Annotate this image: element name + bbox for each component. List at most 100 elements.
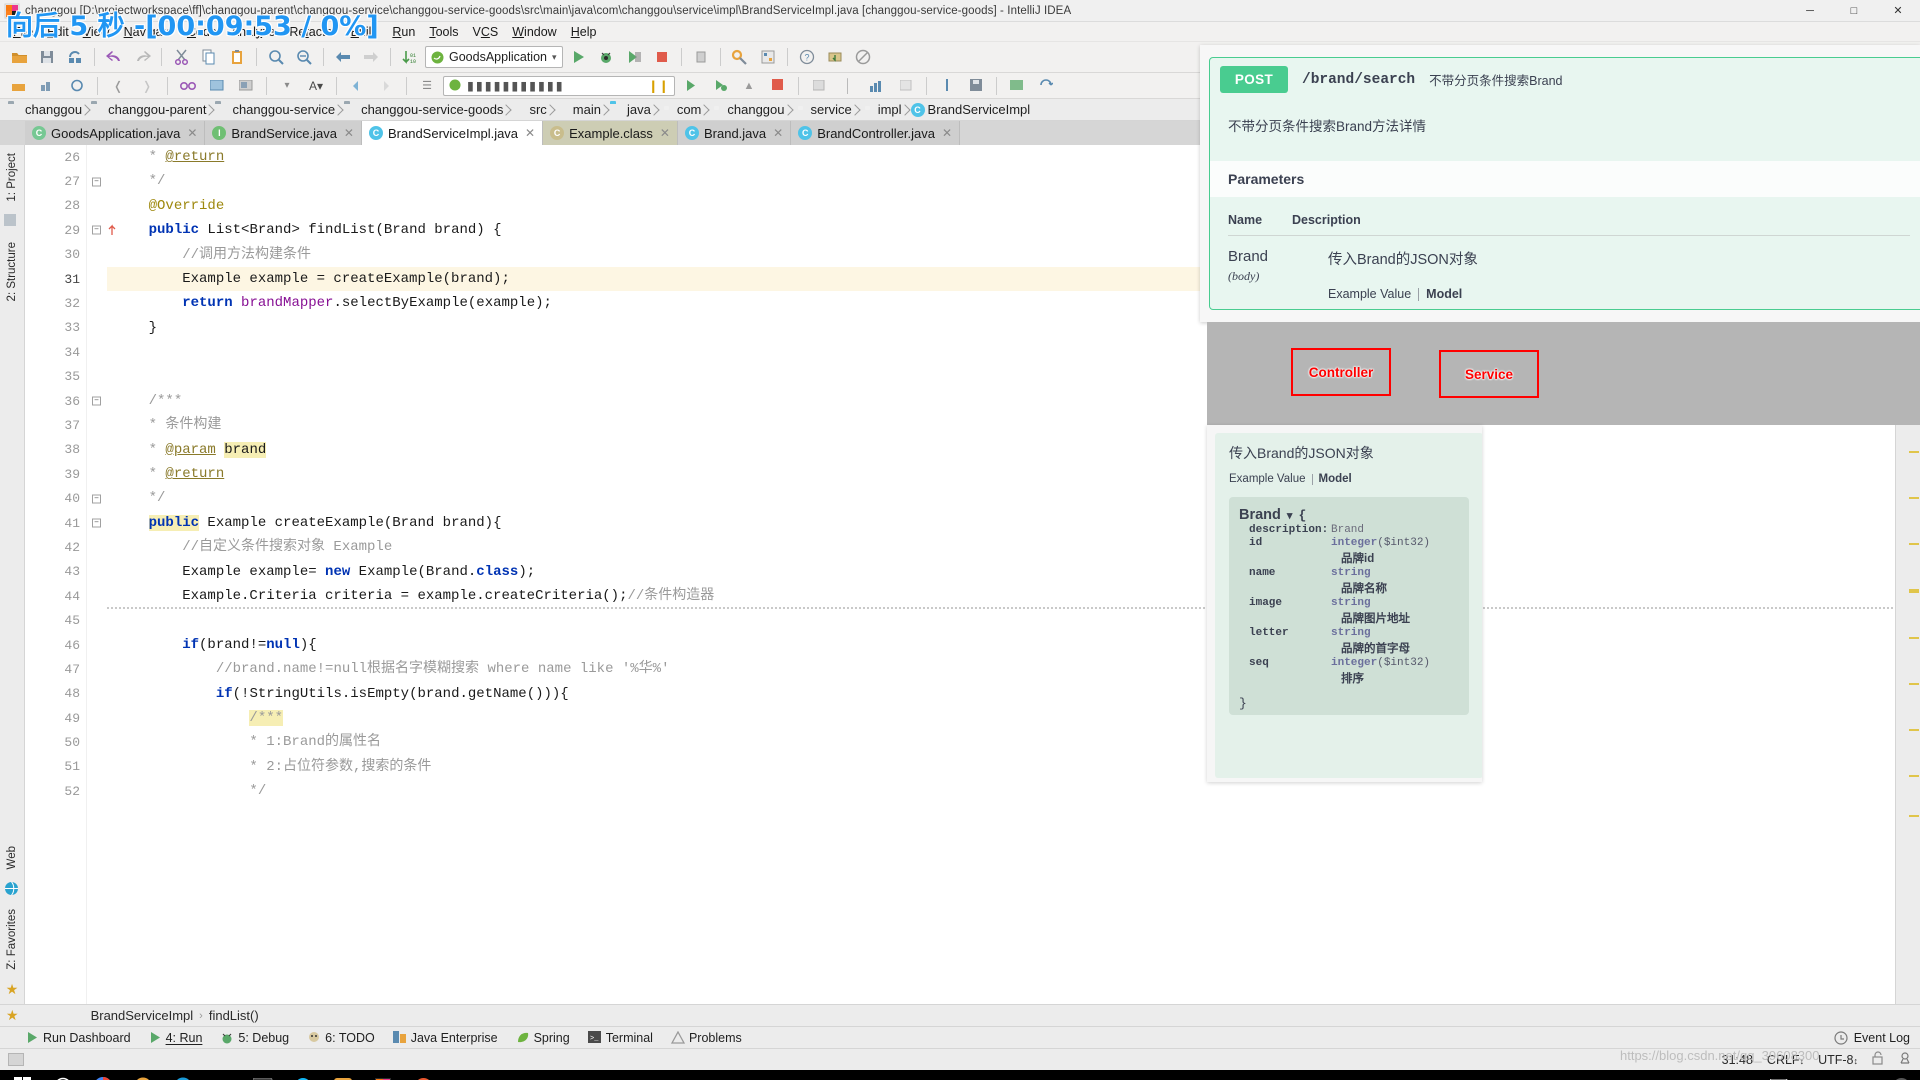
fold-cell[interactable]: [87, 755, 107, 779]
tb2-bars2-icon[interactable]: [864, 73, 890, 98]
menu-item-file[interactable]: File: [6, 24, 40, 40]
tool-window-debug[interactable]: 5: Debug: [220, 1031, 289, 1045]
tab-brandservice[interactable]: I BrandService.java ✕: [205, 121, 362, 145]
tab-model[interactable]: Model: [1419, 287, 1462, 301]
update-project-icon[interactable]: [822, 45, 848, 70]
tab-brandserviceimpl[interactable]: C BrandServiceImpl.java ✕: [361, 121, 544, 145]
tool-window-problems[interactable]: Problems: [670, 1031, 742, 1045]
menu-item-edit[interactable]: Edit: [40, 24, 76, 40]
fold-cell[interactable]: [87, 243, 107, 267]
breadcrumb-item-java[interactable]: java: [610, 102, 658, 117]
wechat-icon[interactable]: [324, 1070, 362, 1080]
stop-icon[interactable]: [649, 45, 675, 70]
tb2-bars-icon[interactable]: ☰: [414, 73, 440, 98]
menu-item-tools[interactable]: Tools: [422, 24, 465, 40]
run-configuration-selector[interactable]: GoodsApplication ▾: [425, 46, 563, 68]
breadcrumb-item-src[interactable]: src: [512, 102, 553, 117]
tb2-grid2-icon[interactable]: [893, 73, 919, 98]
code-line[interactable]: * @return: [107, 462, 1895, 486]
tb2-window-icon[interactable]: [204, 73, 230, 98]
firefox-icon[interactable]: [124, 1070, 162, 1080]
fold-cell[interactable]: [87, 365, 107, 389]
fold-cell[interactable]: [87, 706, 107, 730]
file-explorer-icon[interactable]: [204, 1070, 242, 1080]
tab-example-class[interactable]: C Example.class ✕: [543, 121, 678, 145]
fold-cell[interactable]: [87, 340, 107, 364]
unlocked-icon[interactable]: [1872, 1051, 1884, 1068]
cut-icon[interactable]: [168, 45, 194, 70]
tb2-stack-icon[interactable]: [233, 73, 259, 98]
close-button[interactable]: ✕: [1876, 0, 1920, 22]
tb2-stop-icon[interactable]: [765, 73, 791, 98]
line-number[interactable]: 49: [25, 706, 86, 730]
breadcrumb-item-changgou-parent[interactable]: changgou-parent: [91, 102, 213, 117]
save-all-icon[interactable]: [34, 45, 60, 70]
menu-item-code[interactable]: Code: [180, 24, 224, 40]
fold-cell[interactable]: [87, 779, 107, 803]
line-number[interactable]: 33: [25, 316, 86, 340]
line-number[interactable]: 34: [25, 340, 86, 364]
line-separator[interactable]: CRLF↕: [1767, 1053, 1804, 1067]
tool-window-run[interactable]: 4: Run: [149, 1031, 202, 1045]
open-folder-icon[interactable]: [6, 45, 32, 70]
line-number[interactable]: 35: [25, 365, 86, 389]
tb2-terminal-icon[interactable]: [1004, 73, 1030, 98]
back-icon[interactable]: [330, 45, 356, 70]
code-line[interactable]: //brand.name!=null根据名字模糊搜索 where name li…: [107, 657, 1895, 681]
line-number[interactable]: 36: [25, 389, 86, 413]
code-line[interactable]: /***: [107, 706, 1895, 730]
menu-item-help[interactable]: Help: [564, 24, 604, 40]
event-log-area[interactable]: Event Log: [1834, 1031, 1920, 1045]
fold-cell[interactable]: [87, 291, 107, 315]
line-number[interactable]: 43: [25, 560, 86, 584]
breadcrumb-item-service[interactable]: service: [794, 102, 859, 117]
swagger-operation-header[interactable]: POST /brand/search 不带分页条件搜索Brand: [1210, 58, 1920, 101]
fold-cell[interactable]: −: [87, 389, 107, 413]
tb2-refresh-icon[interactable]: [64, 73, 90, 98]
tool-window-todo[interactable]: 6: TODO: [307, 1031, 375, 1045]
code-line[interactable]: Example.Criteria criteria = example.crea…: [107, 584, 1895, 608]
line-number[interactable]: 41: [25, 511, 86, 535]
sidebar-item-structure[interactable]: 2: Structure: [4, 236, 20, 307]
fold-cell[interactable]: [87, 438, 107, 462]
line-number[interactable]: 38: [25, 438, 86, 462]
fold-cell[interactable]: −: [87, 486, 107, 510]
tab-goodsapplication[interactable]: C GoodsApplication.java ✕: [25, 121, 206, 145]
line-number[interactable]: 37: [25, 413, 86, 437]
inspections-icon[interactable]: [1898, 1051, 1912, 1068]
editor-fold-column[interactable]: − − − − −: [87, 145, 107, 1004]
tool-window-spring[interactable]: Spring: [516, 1031, 570, 1045]
code-line[interactable]: Example example= new Example(Brand.class…: [107, 560, 1895, 584]
close-icon[interactable]: ✕: [773, 126, 783, 140]
code-line[interactable]: if(!StringUtils.isEmpty(brand.getName())…: [107, 682, 1895, 706]
fold-cell[interactable]: [87, 730, 107, 754]
tab-brandcontroller[interactable]: C BrandController.java ✕: [791, 121, 961, 145]
browser-icon[interactable]: [404, 1070, 442, 1080]
tb2-save-icon[interactable]: [963, 73, 989, 98]
tab-model[interactable]: Model: [1319, 473, 1352, 485]
fold-cell[interactable]: [87, 413, 107, 437]
tb2-back2-icon[interactable]: [344, 73, 370, 98]
editor-gutter[interactable]: 2627282913031323334353637383940414243444…: [25, 145, 116, 1004]
help-icon[interactable]: ?: [794, 45, 820, 70]
line-number[interactable]: 44: [25, 584, 86, 608]
menu-item-window[interactable]: Window: [505, 24, 563, 40]
encoding[interactable]: UTF-8↕: [1818, 1053, 1858, 1067]
code-line[interactable]: * 1:Brand的属性名: [107, 730, 1895, 754]
tb2-sync2-icon[interactable]: [1033, 73, 1059, 98]
code-line[interactable]: * 2:占位符参数,搜索的条件: [107, 755, 1895, 779]
fold-cell[interactable]: [87, 267, 107, 291]
fold-cell[interactable]: −: [87, 511, 107, 535]
fold-cell[interactable]: [87, 682, 107, 706]
favorites-bar-icon[interactable]: [4, 213, 20, 230]
secondary-run-config[interactable]: ▮▮▮▮▮▮▮▮▮▮▮ ❙❙: [443, 75, 675, 96]
sidebar-item-favorites[interactable]: Z: Favorites: [4, 903, 20, 976]
sidebar-item-project[interactable]: 1: Project: [4, 147, 20, 208]
close-icon[interactable]: ✕: [525, 126, 535, 140]
close-icon[interactable]: ✕: [660, 126, 670, 140]
intellij-icon[interactable]: IJ: [364, 1070, 402, 1080]
tb2-rerun-icon[interactable]: [707, 73, 733, 98]
fold-collapse-icon[interactable]: −: [92, 518, 101, 528]
minimize-button[interactable]: ─: [1788, 0, 1832, 22]
bookmark-star-icon[interactable]: ★: [6, 1007, 19, 1024]
